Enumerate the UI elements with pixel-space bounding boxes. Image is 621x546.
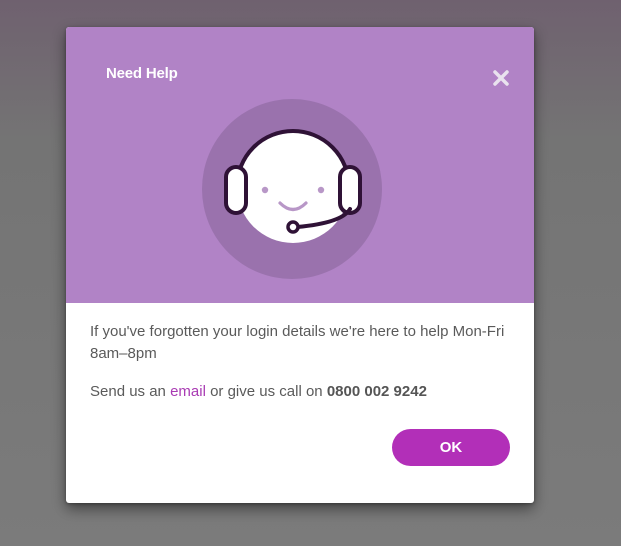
phone-number: 0800 002 9242	[326, 383, 427, 400]
help-message: If you've forgotten your login details w…	[90, 323, 505, 362]
email-link[interactable]: email	[170, 383, 206, 400]
contact-prefix: Send us an	[90, 383, 171, 400]
ok-button[interactable]: OK	[392, 429, 510, 466]
dialog-body: If you've forgotten your login details w…	[90, 303, 514, 403]
close-button[interactable]	[488, 65, 514, 91]
contact-middle: or give us call on	[205, 383, 327, 400]
dialog-header: Need Help	[66, 27, 534, 303]
support-agent-headset-icon	[202, 99, 382, 279]
support-agent-illustration	[202, 99, 382, 279]
dialog-title: Need Help	[106, 65, 178, 82]
help-dialog: Need Help If you've forgotten your login…	[66, 27, 534, 503]
contact-message: Send us an email or give us call on 0800…	[90, 381, 514, 403]
close-icon	[488, 65, 514, 91]
